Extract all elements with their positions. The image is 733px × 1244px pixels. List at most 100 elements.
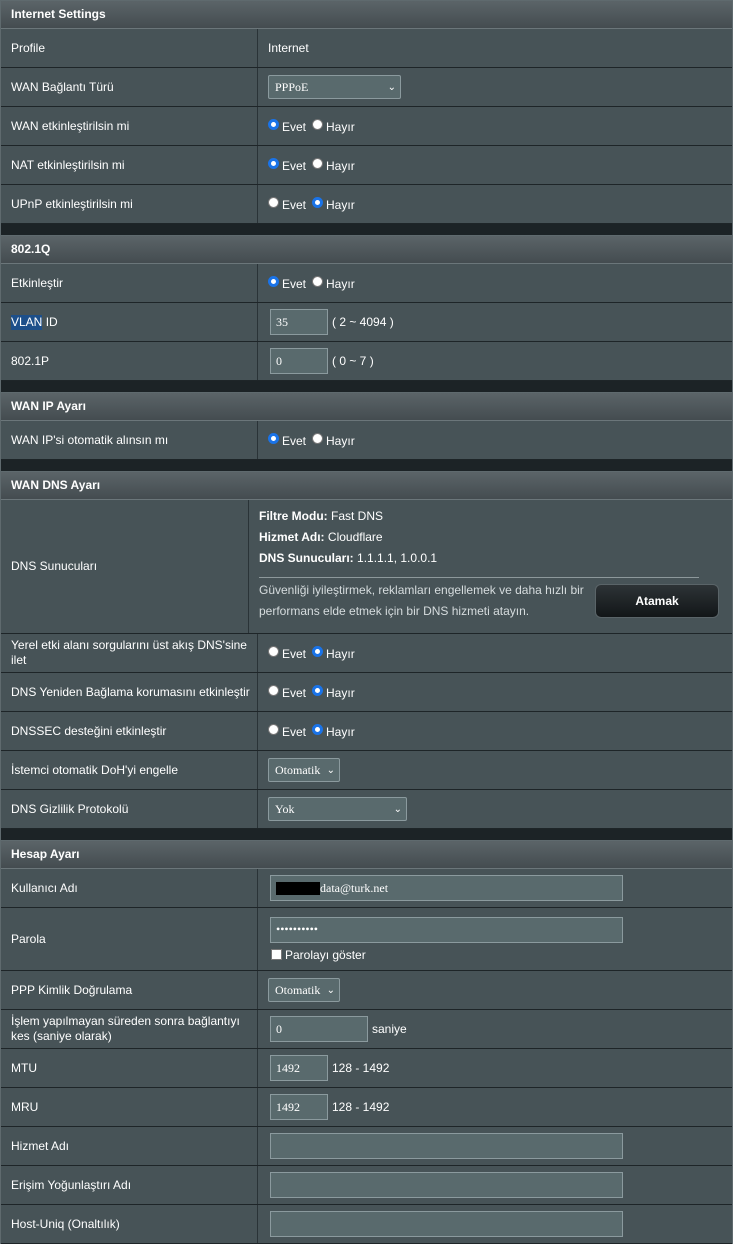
wan-type-select[interactable]: PPPoE ⌄ bbox=[268, 75, 401, 99]
dns-servers-row: DNS Sunucuları Filtre Modu: Fast DNS Hiz… bbox=[1, 500, 732, 634]
rebind-row: DNS Yeniden Bağlama korumasını etkinleşt… bbox=[1, 673, 732, 712]
idle-unit: saniye bbox=[372, 1022, 407, 1036]
nat-enable-no-radio[interactable]: Hayır bbox=[312, 157, 355, 173]
upnp-enable-yes-radio[interactable]: Evet bbox=[268, 196, 306, 212]
idle-row: İşlem yapılmayan süreden sonra bağlantıy… bbox=[1, 1010, 732, 1049]
wan-dns-section: WAN DNS Ayarı DNS Sunucuları Filtre Modu… bbox=[0, 471, 733, 829]
dns-description: Güvenliği iyileştirmek, reklamları engel… bbox=[259, 583, 584, 618]
row-label: DNS Sunucuları bbox=[1, 500, 249, 633]
dnssec-yes-radio[interactable]: Evet bbox=[268, 723, 306, 739]
privacy-protocol-select[interactable]: Yok ⌄ bbox=[268, 797, 407, 821]
vlan-id-input[interactable]: 35 bbox=[270, 309, 328, 335]
row-label: DNSSEC desteğini etkinleştir bbox=[1, 712, 258, 750]
row-label: Host-Uniq (Onaltılık) bbox=[1, 1205, 258, 1243]
redaction-block bbox=[276, 881, 320, 895]
forward-local-yes-radio[interactable]: Evet bbox=[268, 645, 306, 661]
row-label: NAT etkinleştirilsin mi bbox=[1, 146, 258, 184]
mtu-range: 128 - 1492 bbox=[332, 1061, 390, 1075]
vlan-id-row: VLAN ID 35 ( 2 ~ 4094 ) bbox=[1, 303, 732, 342]
chevron-down-icon: ⌄ bbox=[393, 803, 402, 815]
dot1q-section: 802.1Q Etkinleştir Evet Hayır VLAN ID 35… bbox=[0, 235, 733, 381]
row-label: Etkinleştir bbox=[1, 264, 258, 302]
doh-block-select[interactable]: Otomatik ⌄ bbox=[268, 758, 340, 782]
row-label: Hizmet Adı bbox=[1, 1127, 258, 1165]
rebind-no-radio[interactable]: Hayır bbox=[312, 684, 355, 700]
row-label: Yerel etki alanı sorgularını üst akış DN… bbox=[1, 634, 258, 672]
row-label: 802.1P bbox=[1, 342, 258, 380]
internet-settings-section: Internet Settings Profile Internet WAN B… bbox=[0, 0, 733, 224]
profile-value: Internet bbox=[258, 29, 732, 67]
service-name-input[interactable] bbox=[270, 1133, 623, 1159]
mru-input[interactable]: 1492 bbox=[270, 1094, 328, 1120]
dot1q-no-radio[interactable]: Hayır bbox=[312, 275, 355, 291]
chevron-down-icon: ⌄ bbox=[387, 81, 396, 93]
row-label: Kullanıcı Adı bbox=[1, 869, 258, 907]
dot1q-yes-radio[interactable]: Evet bbox=[268, 275, 306, 291]
row-label: Profile bbox=[1, 29, 258, 67]
section-header: WAN DNS Ayarı bbox=[1, 472, 732, 500]
row-label: İstemci otomatik DoH'yi engelle bbox=[1, 751, 258, 789]
chevron-down-icon: ⌄ bbox=[326, 984, 335, 996]
auth-select[interactable]: Otomatik ⌄ bbox=[268, 978, 340, 1002]
row-label: MRU bbox=[1, 1088, 258, 1126]
forward-local-no-radio[interactable]: Hayır bbox=[312, 645, 355, 661]
privacy-protocol-row: DNS Gizlilik Protokolü Yok ⌄ bbox=[1, 790, 732, 829]
auth-row: PPP Kimlik Doğrulama Otomatik ⌄ bbox=[1, 971, 732, 1010]
section-header: Hesap Ayarı bbox=[1, 841, 732, 869]
row-label: VLAN ID bbox=[1, 303, 258, 341]
wan-ip-section: WAN IP Ayarı WAN IP'si otomatik alınsın … bbox=[0, 392, 733, 460]
idle-input[interactable]: 0 bbox=[270, 1016, 368, 1042]
mtu-input[interactable]: 1492 bbox=[270, 1055, 328, 1081]
ac-name-input[interactable] bbox=[270, 1172, 623, 1198]
dns-server-list: DNS Sunucuları: 1.1.1.1, 1.0.0.1 bbox=[259, 551, 438, 565]
show-password-checkbox[interactable] bbox=[271, 949, 282, 960]
row-label: WAN Bağlantı Türü bbox=[1, 68, 258, 106]
auto-ip-no-radio[interactable]: Hayır bbox=[312, 432, 355, 448]
nat-enable-row: NAT etkinleştirilsin mi Evet Hayır bbox=[1, 146, 732, 185]
mru-row: MRU 1492 128 - 1492 bbox=[1, 1088, 732, 1127]
show-password-toggle[interactable]: Parolayı göster bbox=[271, 948, 366, 962]
username-row: Kullanıcı Adı data@turk.net bbox=[1, 869, 732, 908]
section-header: Internet Settings bbox=[1, 1, 732, 29]
upnp-enable-no-radio[interactable]: Hayır bbox=[312, 196, 355, 212]
row-label: WAN etkinleştirilsin mi bbox=[1, 107, 258, 145]
wan-enable-row: WAN etkinleştirilsin mi Evet Hayır bbox=[1, 107, 732, 146]
section-header: 802.1Q bbox=[1, 236, 732, 264]
wan-type-row: WAN Bağlantı Türü PPPoE ⌄ bbox=[1, 68, 732, 107]
dns-filter-mode: Filtre Modu: Fast DNS bbox=[259, 509, 383, 523]
row-label: DNS Gizlilik Protokolü bbox=[1, 790, 258, 828]
assign-dns-button[interactable]: Atamak bbox=[595, 584, 719, 618]
wan-enable-yes-radio[interactable]: Evet bbox=[268, 118, 306, 134]
dot1p-row: 802.1P 0 ( 0 ~ 7 ) bbox=[1, 342, 732, 381]
row-label: Parola bbox=[1, 908, 258, 970]
dns-service-name: Hizmet Adı: Cloudflare bbox=[259, 530, 383, 544]
host-uniq-row: Host-Uniq (Onaltılık) bbox=[1, 1205, 732, 1244]
wan-settings-page: Internet Settings Profile Internet WAN B… bbox=[0, 0, 733, 1244]
dot1q-enable-row: Etkinleştir Evet Hayır bbox=[1, 264, 732, 303]
row-label: DNS Yeniden Bağlama korumasını etkinleşt… bbox=[1, 673, 258, 711]
rebind-yes-radio[interactable]: Evet bbox=[268, 684, 306, 700]
vlan-range: ( 2 ~ 4094 ) bbox=[332, 315, 394, 329]
nat-enable-yes-radio[interactable]: Evet bbox=[268, 157, 306, 173]
row-label: MTU bbox=[1, 1049, 258, 1087]
host-uniq-input[interactable] bbox=[270, 1211, 623, 1237]
password-input[interactable]: •••••••••• bbox=[270, 916, 623, 943]
dot1p-range: ( 0 ~ 7 ) bbox=[332, 354, 374, 368]
service-name-row: Hizmet Adı bbox=[1, 1127, 732, 1166]
wan-enable-no-radio[interactable]: Hayır bbox=[312, 118, 355, 134]
section-header: WAN IP Ayarı bbox=[1, 393, 732, 421]
username-input[interactable]: data@turk.net bbox=[270, 875, 623, 901]
mtu-row: MTU 1492 128 - 1492 bbox=[1, 1049, 732, 1088]
dnssec-no-radio[interactable]: Hayır bbox=[312, 723, 355, 739]
row-label: Erişim Yoğunlaştırı Adı bbox=[1, 1166, 258, 1204]
row-label: WAN IP'si otomatik alınsın mı bbox=[1, 421, 258, 459]
mru-range: 128 - 1492 bbox=[332, 1100, 390, 1114]
auto-ip-yes-radio[interactable]: Evet bbox=[268, 432, 306, 448]
dnssec-row: DNSSEC desteğini etkinleştir Evet Hayır bbox=[1, 712, 732, 751]
vlan-highlight: VLAN bbox=[11, 314, 43, 330]
upnp-enable-row: UPnP etkinleştirilsin mi Evet Hayır bbox=[1, 185, 732, 224]
password-row: Parola •••••••••• Parolayı göster bbox=[1, 908, 732, 971]
row-label: İşlem yapılmayan süreden sonra bağlantıy… bbox=[1, 1010, 258, 1048]
dot1p-input[interactable]: 0 bbox=[270, 348, 328, 374]
chevron-down-icon: ⌄ bbox=[326, 764, 335, 776]
